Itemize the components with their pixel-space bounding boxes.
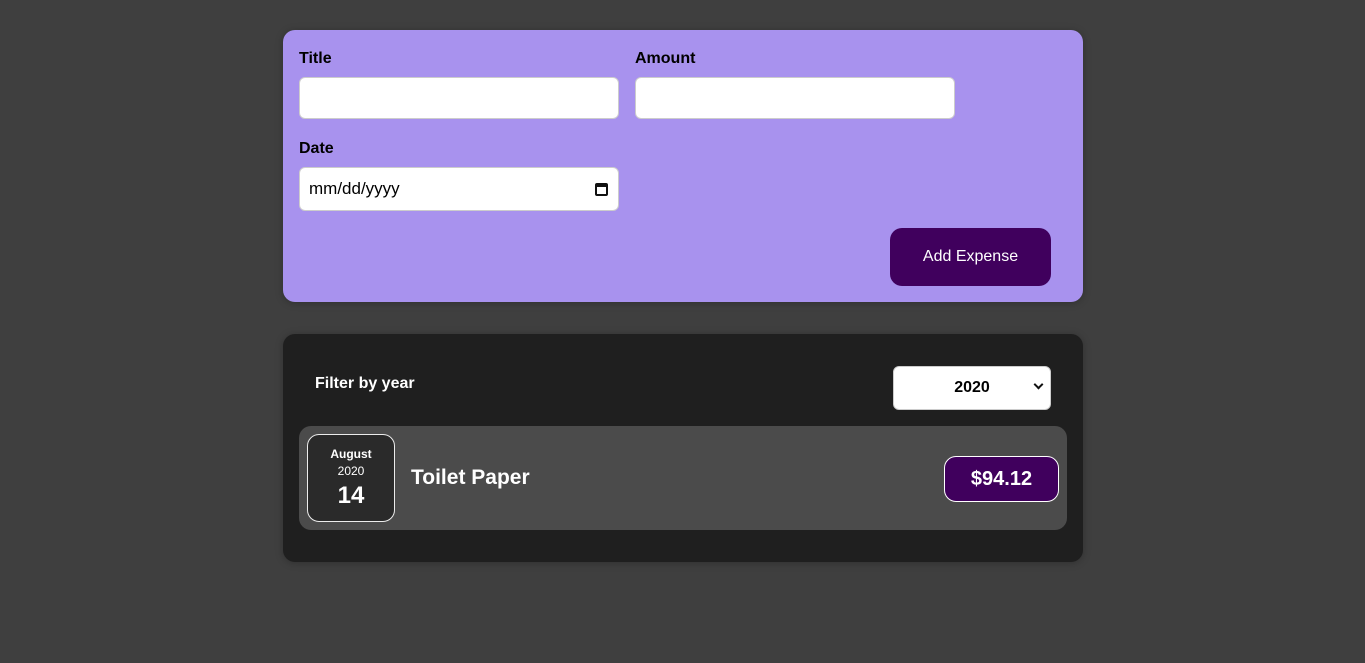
date-field-group: Date mm/dd/yyyy	[299, 140, 619, 211]
calendar-icon[interactable]	[595, 182, 608, 196]
title-label: Title	[299, 50, 332, 67]
date-label: Date	[299, 140, 334, 157]
expense-title: Toilet Paper	[411, 466, 530, 489]
add-expense-button[interactable]: Add Expense	[890, 228, 1051, 286]
expense-date: August 2020 14	[307, 434, 395, 522]
expense-date-month: August	[330, 447, 372, 461]
expense-date-year: 2020	[337, 464, 365, 478]
year-filter-select[interactable]: 2020	[893, 366, 1051, 410]
date-placeholder: mm/dd/yyyy	[309, 179, 400, 198]
expenses-panel: Filter by year 2020 August 2020 14 Toile…	[283, 334, 1083, 562]
expense-amount-badge: $94.12	[944, 456, 1059, 502]
title-field-group: Title	[299, 50, 619, 119]
selected-year: 2020	[954, 379, 990, 396]
filter-label: Filter by year	[315, 375, 415, 392]
amount-label: Amount	[635, 50, 696, 67]
expense-item: August 2020 14 Toilet Paper $94.12	[299, 426, 1067, 530]
amount-input[interactable]	[635, 77, 955, 119]
new-expense-form: Title Amount Date mm/dd/yyyy Add Expense	[283, 30, 1083, 302]
chevron-down-icon	[1033, 379, 1044, 390]
expense-date-day: 14	[337, 482, 365, 509]
date-input[interactable]: mm/dd/yyyy	[299, 167, 619, 211]
title-input[interactable]	[299, 77, 619, 119]
amount-field-group: Amount	[635, 50, 955, 119]
